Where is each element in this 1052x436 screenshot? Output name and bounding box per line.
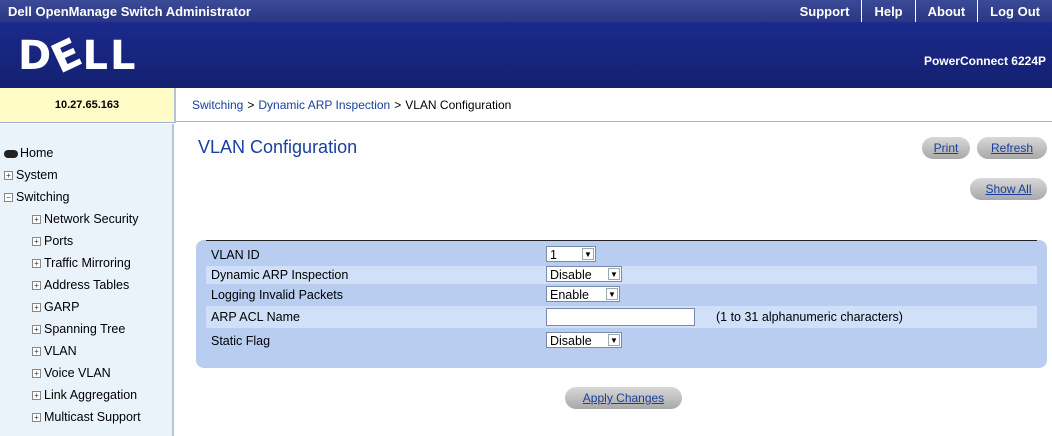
expand-icon[interactable]: + (32, 369, 41, 379)
dai-label: Dynamic ARP Inspection (211, 268, 349, 282)
static-flag-label: Static Flag (211, 334, 271, 348)
logging-value: Enable (550, 288, 589, 302)
sidebar-item-system[interactable]: + System (0, 164, 172, 186)
apply-changes-button[interactable]: Apply Changes (565, 387, 682, 409)
support-link[interactable]: Support (788, 0, 862, 22)
expand-icon[interactable]: + (32, 237, 41, 247)
sidebar-item-label: Home (20, 146, 54, 160)
chevron-down-icon: ▼ (582, 248, 594, 260)
expand-icon[interactable]: + (32, 215, 41, 225)
expand-icon[interactable]: + (4, 171, 13, 181)
about-link[interactable]: About (914, 0, 978, 22)
breadcrumb-dai[interactable]: Dynamic ARP Inspection (258, 98, 390, 112)
dai-row: Dynamic ARP Inspection Disable ▼ (206, 266, 1037, 284)
vlan-id-label: VLAN ID (211, 248, 260, 262)
config-panel: VLAN ID 1 ▼ Dynamic ARP Inspection Disab… (196, 240, 1047, 368)
acl-name-row: ARP ACL Name (1 to 31 alphanumeric chara… (206, 306, 1037, 328)
sidebar-item-vlan[interactable]: + VLAN (0, 340, 172, 362)
sidebar-item-label: GARP (44, 300, 80, 314)
breadcrumb-separator: > (394, 97, 402, 112)
sidebar-item-garp[interactable]: + GARP (0, 296, 172, 318)
sidebar-item-link-aggregation[interactable]: + Link Aggregation (0, 384, 172, 406)
sidebar-item-network-security[interactable]: + Network Security (0, 208, 172, 230)
sidebar-item-label: System (16, 168, 58, 182)
expand-icon[interactable]: + (32, 413, 41, 423)
static-flag-row: Static Flag Disable ▼ (206, 332, 1037, 350)
top-bar: Dell OpenManage Switch Administrator Sup… (0, 0, 1052, 22)
sidebar-item-voice-vlan[interactable]: + Voice VLAN (0, 362, 172, 384)
dai-select[interactable]: Disable ▼ (546, 266, 622, 282)
static-flag-value: Disable (550, 334, 592, 348)
logging-label: Logging Invalid Packets (211, 288, 344, 302)
expand-icon[interactable]: + (32, 325, 41, 335)
sidebar-item-label: VLAN (44, 344, 77, 358)
dai-value: Disable (550, 268, 592, 282)
logout-link[interactable]: Log Out (977, 0, 1052, 22)
vlan-id-select[interactable]: 1 ▼ (546, 246, 596, 262)
sidebar-item-switching[interactable]: − Switching (0, 186, 172, 208)
dell-logo: DELL (18, 28, 138, 84)
sidebar-item-home[interactable]: Home (0, 142, 172, 164)
help-link[interactable]: Help (861, 0, 914, 22)
sidebar-item-label: Link Aggregation (44, 388, 138, 402)
sidebar-item-traffic-mirroring[interactable]: + Traffic Mirroring (0, 252, 172, 274)
acl-name-hint: (1 to 31 alphanumeric characters) (716, 310, 903, 324)
sidebar-item-label: Traffic Mirroring (44, 256, 131, 270)
sidebar-item-label: Network Security (44, 212, 139, 226)
vlan-id-value: 1 (550, 248, 557, 262)
expand-icon[interactable]: + (32, 281, 41, 291)
sidebar-item-ports[interactable]: + Ports (0, 230, 172, 252)
app-title: Dell OpenManage Switch Administrator (8, 4, 251, 19)
sidebar-item-label: Ports (44, 234, 74, 248)
sidebar-item-spanning-tree[interactable]: + Spanning Tree (0, 318, 172, 340)
acl-name-input[interactable] (546, 308, 695, 326)
sidebar-item-label: Multicast Support (44, 410, 141, 424)
expand-icon[interactable]: + (32, 347, 41, 357)
expand-icon[interactable]: + (32, 303, 41, 313)
breadcrumb-separator: > (247, 97, 255, 112)
chevron-down-icon: ▼ (608, 268, 620, 280)
home-icon (4, 149, 18, 158)
sidebar-item-label: Address Tables (44, 278, 130, 292)
brand-bar: DELL PowerConnect 6224P (0, 22, 1052, 88)
sidebar: Home + System − Switching + Network Securit… (0, 124, 174, 436)
vlan-id-row: VLAN ID 1 ▼ (206, 246, 1037, 264)
chevron-down-icon: ▼ (608, 334, 620, 346)
logging-select[interactable]: Enable ▼ (546, 286, 620, 302)
acl-name-label: ARP ACL Name (211, 310, 300, 324)
sidebar-item-address-tables[interactable]: + Address Tables (0, 274, 172, 296)
expand-icon[interactable]: + (32, 259, 41, 269)
device-ip: 10.27.65.163 (0, 88, 176, 123)
sidebar-item-label: Spanning Tree (44, 322, 126, 336)
sidebar-item-label: Switching (16, 190, 70, 204)
breadcrumb-switching[interactable]: Switching (192, 98, 243, 112)
sidebar-item-multicast-support[interactable]: + Multicast Support (0, 406, 172, 428)
top-nav: Support Help About Log Out (788, 0, 1052, 22)
breadcrumb: Switching > Dynamic ARP Inspection > VLA… (176, 88, 1052, 122)
panel-divider (206, 240, 1037, 241)
page-title: VLAN Configuration (198, 137, 358, 157)
breadcrumb-current: VLAN Configuration (405, 97, 512, 112)
print-button[interactable]: Print (922, 137, 970, 159)
static-flag-select[interactable]: Disable ▼ (546, 332, 622, 348)
refresh-button[interactable]: Refresh (977, 137, 1047, 159)
show-all-button[interactable]: Show All (970, 178, 1047, 200)
device-model: PowerConnect 6224P (923, 54, 1046, 68)
chevron-down-icon: ▼ (606, 288, 618, 300)
collapse-icon[interactable]: − (4, 193, 13, 203)
sidebar-item-label: Voice VLAN (44, 366, 111, 380)
logging-row: Logging Invalid Packets Enable ▼ (206, 286, 1037, 304)
expand-icon[interactable]: + (32, 391, 41, 401)
